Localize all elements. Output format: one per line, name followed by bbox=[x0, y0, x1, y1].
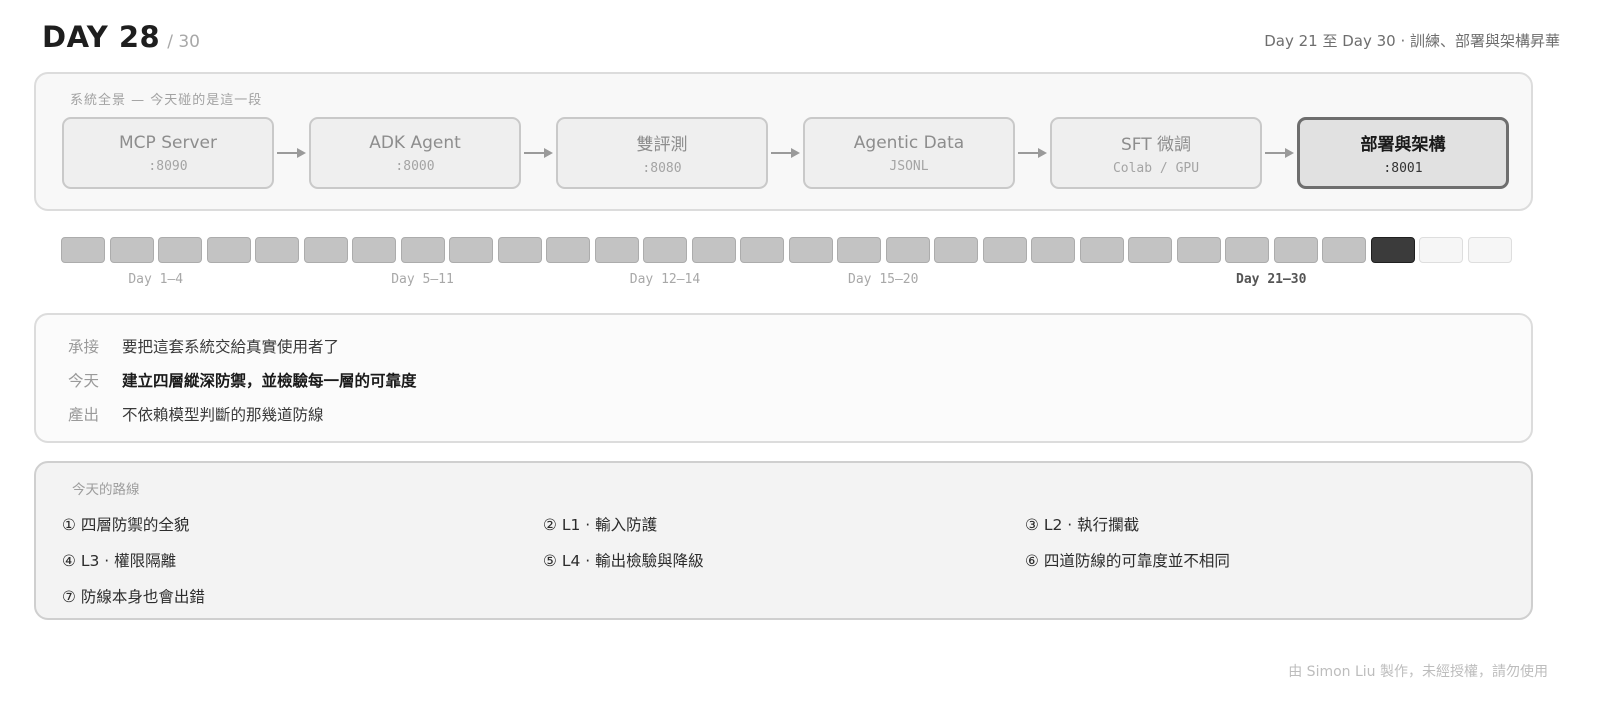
day-cell bbox=[497, 237, 542, 263]
day-cell bbox=[934, 237, 978, 263]
context-row-today: 今天 建立四層縱深防禦，並檢驗每一層的可靠度 bbox=[68, 369, 417, 391]
day-cell bbox=[1079, 237, 1124, 263]
context-value: 要把這套系統交給真實使用者了 bbox=[122, 338, 340, 356]
node-port: :8080 bbox=[642, 161, 682, 176]
node-port: Colab / GPU bbox=[1112, 161, 1200, 176]
route-item: ⑤ L4 · 輸出檢驗與降級 bbox=[543, 552, 704, 570]
day-cell bbox=[1176, 237, 1221, 263]
day-total: / 30 bbox=[167, 32, 200, 52]
day-range-label: Day 1–4 bbox=[128, 272, 184, 287]
day-cell bbox=[837, 237, 881, 263]
node-deploy-architecture: 部署與架構 :8001 bbox=[1297, 117, 1509, 189]
day-cell bbox=[788, 237, 833, 263]
context-key: 產出 bbox=[68, 406, 100, 424]
day-cell bbox=[400, 237, 445, 263]
day-cell bbox=[206, 237, 251, 263]
system-flow: MCP Server :8090 ADK Agent :8000 雙評測 :80… bbox=[62, 117, 1509, 189]
system-overview-panel: 系統全景 — 今天碰的是這一段 MCP Server :8090 ADK Age… bbox=[34, 72, 1533, 211]
route-item: ④ L3 · 權限隔離 bbox=[62, 552, 177, 570]
day-cell bbox=[255, 237, 299, 263]
route-item: ⑥ 四道防線的可靠度並不相同 bbox=[1025, 552, 1230, 570]
flow-arrow-icon bbox=[274, 117, 309, 189]
node-port: :8000 bbox=[395, 158, 435, 174]
route-label: 今天的路線 bbox=[72, 482, 140, 498]
page-title: DAY 28 / 30 bbox=[42, 20, 200, 54]
day-cell bbox=[1322, 237, 1366, 263]
day-cell bbox=[643, 237, 687, 263]
node-mcp-server: MCP Server :8090 bbox=[62, 117, 274, 189]
day-range-label: Day 15–20 bbox=[848, 272, 919, 287]
day-cell bbox=[352, 237, 396, 263]
footer-credit: 由 Simon Liu 製作，未經授權，請勿使用 bbox=[1288, 664, 1548, 680]
day-cell bbox=[1419, 237, 1463, 263]
route-item: ② L1 · 輸入防護 bbox=[543, 516, 658, 534]
flow-arrow-icon bbox=[1015, 117, 1050, 189]
day-cell bbox=[1467, 237, 1512, 263]
node-name: SFT 微調 bbox=[1120, 135, 1192, 155]
route-item: ③ L2 · 執行攔截 bbox=[1025, 516, 1140, 534]
day-range-label: Day 5–11 bbox=[391, 272, 454, 287]
day-cell-current bbox=[1370, 237, 1415, 263]
route-item: ⑦ 防線本身也會出錯 bbox=[62, 588, 205, 606]
node-name: Agentic Data bbox=[853, 132, 965, 153]
context-row-output: 產出 不依賴模型判斷的那幾道防線 bbox=[68, 403, 324, 425]
day-cell bbox=[546, 237, 590, 263]
day-range-label: Day 12–14 bbox=[629, 272, 701, 287]
day-cell bbox=[691, 237, 736, 263]
day-cell bbox=[1128, 237, 1172, 263]
day-cell bbox=[449, 237, 493, 263]
node-name: 雙評測 bbox=[636, 135, 688, 155]
system-overview-label: 系統全景 — 今天碰的是這一段 bbox=[70, 93, 263, 108]
day-cell bbox=[740, 237, 784, 263]
context-value: 不依賴模型判斷的那幾道防線 bbox=[122, 406, 324, 424]
day-cell bbox=[109, 237, 154, 263]
route-panel: 今天的路線 ① 四層防禦的全貌 ② L1 · 輸入防護 ③ L2 · 執行攔截 … bbox=[34, 461, 1533, 620]
day-number: DAY 28 bbox=[42, 20, 161, 54]
context-value: 建立四層縱深防禦，並檢驗每一層的可靠度 bbox=[122, 372, 417, 390]
day-range-label: Day 21–30 bbox=[1236, 272, 1307, 287]
day-cell bbox=[1225, 237, 1269, 263]
day-cell bbox=[158, 237, 202, 263]
day-cell bbox=[1273, 237, 1318, 263]
day-progress-strip bbox=[61, 237, 1512, 263]
day-cell bbox=[1031, 237, 1075, 263]
node-agentic-data: Agentic Data JSONL bbox=[803, 117, 1015, 189]
node-port: :8090 bbox=[148, 158, 188, 174]
flow-arrow-icon bbox=[1262, 117, 1297, 189]
node-name: MCP Server bbox=[119, 132, 217, 153]
day-cell bbox=[303, 237, 348, 263]
node-name: 部署與架構 bbox=[1360, 135, 1446, 155]
node-dual-eval: 雙評測 :8080 bbox=[556, 117, 768, 189]
flow-arrow-icon bbox=[768, 117, 803, 189]
node-sft-finetune: SFT 微調 Colab / GPU bbox=[1050, 117, 1262, 189]
day-cell bbox=[982, 237, 1027, 263]
context-panel: 承接 要把這套系統交給真實使用者了 今天 建立四層縱深防禦，並檢驗每一層的可靠度… bbox=[34, 313, 1533, 443]
node-adk-agent: ADK Agent :8000 bbox=[309, 117, 521, 189]
node-port: JSONL bbox=[889, 158, 929, 174]
node-name: ADK Agent bbox=[369, 132, 461, 153]
flow-arrow-icon bbox=[521, 117, 556, 189]
context-row-carry: 承接 要把這套系統交給真實使用者了 bbox=[68, 335, 339, 357]
route-item: ① 四層防禦的全貌 bbox=[62, 516, 190, 534]
day-cell bbox=[61, 237, 105, 263]
node-port: :8001 bbox=[1383, 161, 1423, 176]
context-key: 承接 bbox=[68, 338, 100, 356]
day-cell bbox=[594, 237, 639, 263]
phase-subtitle: Day 21 至 Day 30 · 訓練、部署與架構昇華 bbox=[1264, 32, 1560, 50]
context-key: 今天 bbox=[68, 372, 100, 390]
day-cell bbox=[885, 237, 930, 263]
